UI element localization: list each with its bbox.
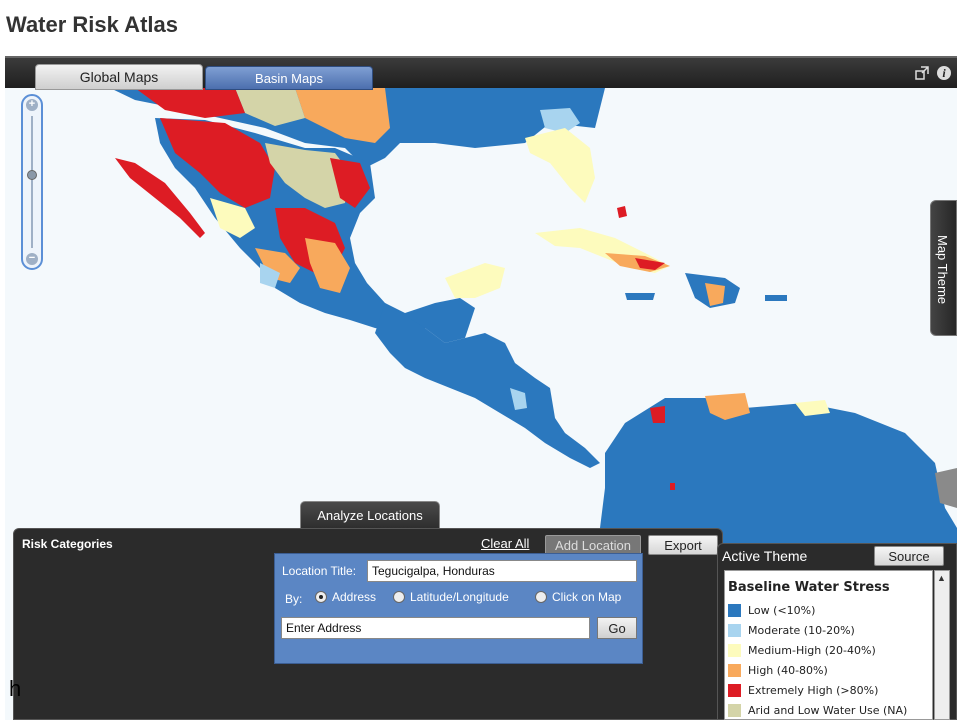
active-theme-title: Active Theme: [722, 548, 808, 564]
legend-swatch: [728, 684, 741, 697]
tab-analyze-locations[interactable]: Analyze Locations: [300, 501, 440, 529]
go-button[interactable]: Go: [597, 617, 637, 639]
location-title-input[interactable]: Tegucigalpa, Honduras: [367, 560, 637, 582]
radio-address-label: Address: [332, 590, 377, 604]
zoom-in-icon[interactable]: +: [26, 99, 38, 111]
radio-selected-icon[interactable]: [315, 591, 327, 603]
legend-swatch: [728, 624, 741, 637]
map-theme-tab[interactable]: Map Theme: [930, 200, 957, 336]
export-button[interactable]: Export: [648, 535, 718, 555]
app-title: Water Risk Atlas: [6, 12, 178, 37]
expand-icon[interactable]: [915, 66, 929, 80]
map-frame: Global Maps Basin Maps i + − Map Theme A…: [5, 56, 957, 720]
radio-click-on-map[interactable]: Click on Map: [535, 590, 621, 604]
legend-title: Baseline Water Stress: [728, 580, 890, 595]
risk-categories-title: Risk Categories: [22, 537, 113, 551]
radio-latlng-label: Latitude/Longitude: [410, 590, 509, 604]
add-location-form: Location Title: Tegucigalpa, Honduras By…: [274, 553, 643, 664]
zoom-handle[interactable]: [27, 170, 37, 181]
legend-item: Arid and Low Water Use (NA): [728, 704, 907, 717]
legend-label: Low (<10%): [748, 604, 816, 617]
legend-label: Medium-High (20-40%): [748, 644, 876, 657]
legend-label: Extremely High (>80%): [748, 684, 879, 697]
radio-click-label: Click on Map: [552, 590, 622, 604]
scroll-up-icon[interactable]: ▲: [937, 573, 946, 583]
legend-item: Extremely High (>80%): [728, 684, 878, 697]
legend-label: Arid and Low Water Use (NA): [748, 704, 908, 717]
legend: Baseline Water Stress Low (<10%) Moderat…: [724, 570, 933, 720]
legend-item: Low (<10%): [728, 604, 815, 617]
location-title-label: Location Title:: [282, 564, 357, 578]
zoom-slider[interactable]: + −: [21, 94, 43, 270]
legend-label: Moderate (10-20%): [748, 624, 855, 637]
legend-swatch: [728, 644, 741, 657]
zoom-out-icon[interactable]: −: [26, 253, 38, 265]
legend-swatch: [728, 604, 741, 617]
active-theme-panel: Active Theme Source Baseline Water Stres…: [717, 543, 957, 720]
legend-item: Medium-High (20-40%): [728, 644, 876, 657]
address-input[interactable]: Enter Address: [281, 617, 590, 639]
source-button[interactable]: Source: [874, 546, 944, 566]
radio-latitude-longitude[interactable]: Latitude/Longitude: [393, 590, 509, 604]
legend-scrollbar[interactable]: ▲: [934, 570, 950, 720]
stray-text: h: [9, 676, 22, 701]
info-icon[interactable]: i: [937, 66, 951, 80]
map-theme-label: Map Theme: [935, 235, 950, 305]
radio-unselected-icon[interactable]: [393, 591, 405, 603]
tab-basin-maps[interactable]: Basin Maps: [205, 66, 373, 90]
clear-all-link[interactable]: Clear All: [481, 536, 529, 551]
legend-item: High (40-80%): [728, 664, 828, 677]
legend-label: High (40-80%): [748, 664, 828, 677]
tab-global-maps[interactable]: Global Maps: [35, 64, 203, 90]
by-label: By:: [285, 592, 303, 606]
add-location-button[interactable]: Add Location: [545, 535, 641, 555]
legend-item: Moderate (10-20%): [728, 624, 855, 637]
legend-swatch: [728, 704, 741, 717]
zoom-track[interactable]: [31, 116, 33, 248]
legend-swatch: [728, 664, 741, 677]
radio-unselected-icon[interactable]: [535, 591, 547, 603]
radio-address[interactable]: Address: [315, 590, 376, 604]
map-toolbar: Global Maps Basin Maps i: [5, 56, 957, 90]
